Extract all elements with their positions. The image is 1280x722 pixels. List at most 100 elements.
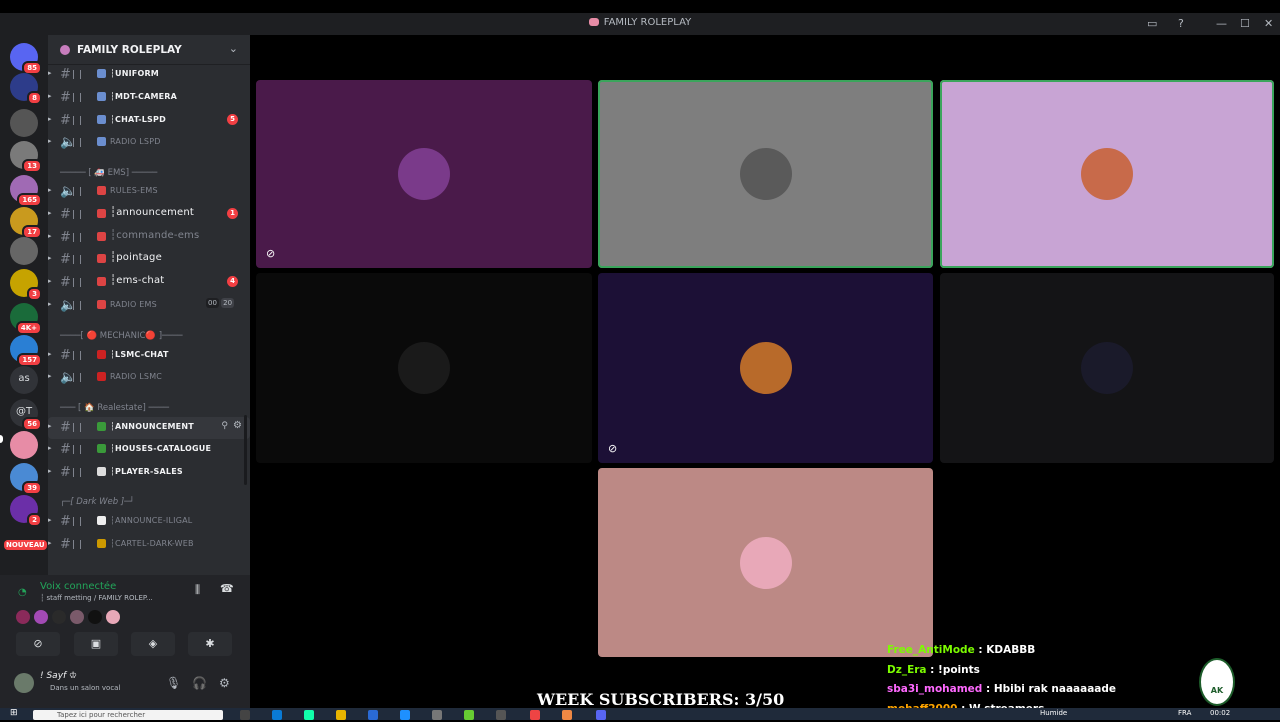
expand-arrow-icon[interactable]: ▸ — [48, 137, 52, 145]
expand-arrow-icon[interactable]: ▸ — [48, 372, 52, 380]
participant-tile[interactable] — [940, 80, 1274, 268]
channel-item[interactable]: ▸#┆lsmc-chat — [48, 345, 250, 367]
expand-arrow-icon[interactable]: ▸ — [48, 254, 52, 262]
server-icon[interactable]: 157 — [10, 335, 38, 363]
chevron-down-icon[interactable]: ⌄ — [229, 42, 238, 55]
expand-arrow-icon[interactable]: ▸ — [48, 232, 52, 240]
avatar[interactable] — [106, 610, 120, 624]
expand-arrow-icon[interactable]: ▸ — [48, 277, 52, 285]
expand-arrow-icon[interactable]: ▸ — [48, 115, 52, 123]
clock[interactable]: 00:02 — [1210, 709, 1230, 717]
channel-item[interactable]: ▸🔈RADIO LSPD — [48, 132, 250, 154]
participant-tile[interactable]: ⊘ — [256, 80, 592, 268]
voice-status[interactable]: Voix connectée — [40, 581, 116, 592]
signal-icon[interactable]: ◔ — [18, 587, 27, 598]
windows-start-icon[interactable]: ⊞ — [10, 708, 18, 718]
chrome-icon[interactable] — [562, 710, 572, 720]
settings-gear-icon[interactable]: ⚙ — [219, 676, 230, 690]
avatar[interactable] — [52, 610, 66, 624]
microphone-icon[interactable]: 🎙 — [166, 676, 181, 690]
minimize-button[interactable]: — — [1216, 17, 1227, 30]
inbox-icon[interactable]: ▭ — [1147, 17, 1157, 30]
server-icon[interactable]: 3 — [10, 269, 38, 297]
expand-arrow-icon[interactable]: ▸ — [48, 350, 52, 358]
app-icon[interactable] — [400, 710, 410, 720]
channel-item[interactable]: ▸#┆announce-iligal — [48, 511, 250, 533]
weather-widget[interactable]: Humide — [1040, 709, 1067, 717]
channel-item[interactable]: ▸#┆pointage — [48, 249, 250, 271]
maximize-button[interactable]: ☐ — [1240, 17, 1250, 30]
server-icon[interactable]: 4K+ — [10, 303, 38, 331]
avatar[interactable] — [14, 673, 34, 693]
server-icon[interactable]: 13 — [10, 141, 38, 169]
app-icon[interactable] — [304, 710, 314, 720]
activity-button[interactable]: ◈ — [131, 632, 175, 656]
language-indicator[interactable]: FRA — [1178, 709, 1191, 717]
expand-arrow-icon[interactable]: ▸ — [48, 300, 52, 308]
server-icon[interactable]: 39 — [10, 463, 38, 491]
file-explorer-icon[interactable] — [336, 710, 346, 720]
participant-tile[interactable] — [598, 468, 933, 657]
server-icon[interactable]: @T56 — [10, 399, 38, 427]
settings-gear-icon[interactable]: ⚙ — [233, 420, 242, 431]
headphones-icon[interactable]: 🎧 — [192, 676, 207, 690]
category-ems[interactable]: ───── [ 🚑 EMS] ───── — [60, 168, 157, 178]
task-view-icon[interactable] — [240, 710, 250, 720]
channel-item[interactable]: ▸#┆chat-lspd5 — [48, 110, 250, 132]
server-icon[interactable]: 17 — [10, 207, 38, 235]
invite-icon[interactable]: ⚲ — [221, 421, 228, 431]
participant-tile[interactable] — [940, 273, 1274, 463]
server-icon[interactable] — [10, 109, 38, 137]
soundboard-button[interactable]: ✱ — [188, 632, 232, 656]
expand-arrow-icon[interactable]: ▸ — [48, 467, 52, 475]
avatar[interactable] — [16, 610, 30, 624]
category-mechanic[interactable]: ────[ 🔴 MECHANIC🔴 ]──── — [60, 331, 183, 341]
channel-item[interactable]: ▸#┆announcement1 — [48, 204, 250, 226]
server-icon[interactable]: 2 — [10, 495, 38, 523]
disconnect-icon[interactable]: ☎ — [220, 582, 234, 595]
expand-arrow-icon[interactable]: ▸ — [48, 69, 52, 77]
channel-item[interactable]: ▸#┆announcement⚲⚙ — [48, 417, 250, 439]
participant-tile[interactable]: ⊘ — [598, 273, 933, 463]
server-icon[interactable]: 165 — [10, 175, 38, 203]
category-realestate[interactable]: ─── [ 🏠 Realestate] ──── — [60, 403, 169, 413]
channel-item[interactable]: ▸#┆commande-ems — [48, 227, 250, 249]
taskbar-search[interactable]: Tapez ici pour rechercher — [33, 710, 223, 720]
app-icon[interactable] — [464, 710, 474, 720]
discord-icon[interactable] — [596, 710, 606, 720]
scrollbar[interactable] — [244, 415, 247, 485]
discord-home-icon[interactable]: 85 — [10, 43, 38, 71]
participant-tile[interactable] — [598, 80, 933, 268]
category-dark-web[interactable]: ┌─[ Dark Web ]─┘ — [60, 497, 134, 507]
app-icon[interactable] — [368, 710, 378, 720]
channel-item[interactable]: ▸🔈RULES-EMS — [48, 181, 250, 203]
participant-tile[interactable] — [256, 273, 592, 463]
channel-item[interactable]: ▸🔈RADIO LSMC — [48, 367, 250, 389]
server-icon[interactable] — [10, 431, 38, 459]
avatar[interactable] — [34, 610, 48, 624]
username[interactable]: ! Sayf ♔ — [40, 671, 77, 681]
expand-arrow-icon[interactable]: ▸ — [48, 92, 52, 100]
server-header[interactable]: FAMILY ROLEPLAY ⌄ — [48, 35, 250, 65]
channel-item[interactable]: ▸#┆mdt-camera — [48, 87, 250, 109]
app-icon[interactable] — [432, 710, 442, 720]
expand-arrow-icon[interactable]: ▸ — [48, 516, 52, 524]
camera-off-button[interactable]: ⊘ — [16, 632, 60, 656]
channel-item[interactable]: ▸#┆houses-catalogue — [48, 439, 250, 461]
expand-arrow-icon[interactable]: ▸ — [48, 422, 52, 430]
channel-item[interactable]: ▸#┆ems-chat4 — [48, 272, 250, 294]
avatar[interactable] — [88, 610, 102, 624]
server-icon[interactable]: 8 — [10, 73, 38, 101]
close-button[interactable]: ✕ — [1264, 17, 1273, 30]
expand-arrow-icon[interactable]: ▸ — [48, 539, 52, 547]
expand-arrow-icon[interactable]: ▸ — [48, 444, 52, 452]
channel-item[interactable]: ▸#┆player-sales — [48, 462, 250, 484]
channel-item[interactable]: ▸#┆cartel-dark-web — [48, 534, 250, 556]
screen-share-button[interactable]: ▣ — [74, 632, 118, 656]
avatar[interactable] — [70, 610, 84, 624]
voice-channel[interactable]: ┆ staff metting / FAMILY ROLEP... — [40, 594, 153, 602]
expand-arrow-icon[interactable]: ▸ — [48, 186, 52, 194]
app-icon[interactable] — [496, 710, 506, 720]
edge-icon[interactable] — [272, 710, 282, 720]
server-icon[interactable]: as — [10, 366, 38, 394]
